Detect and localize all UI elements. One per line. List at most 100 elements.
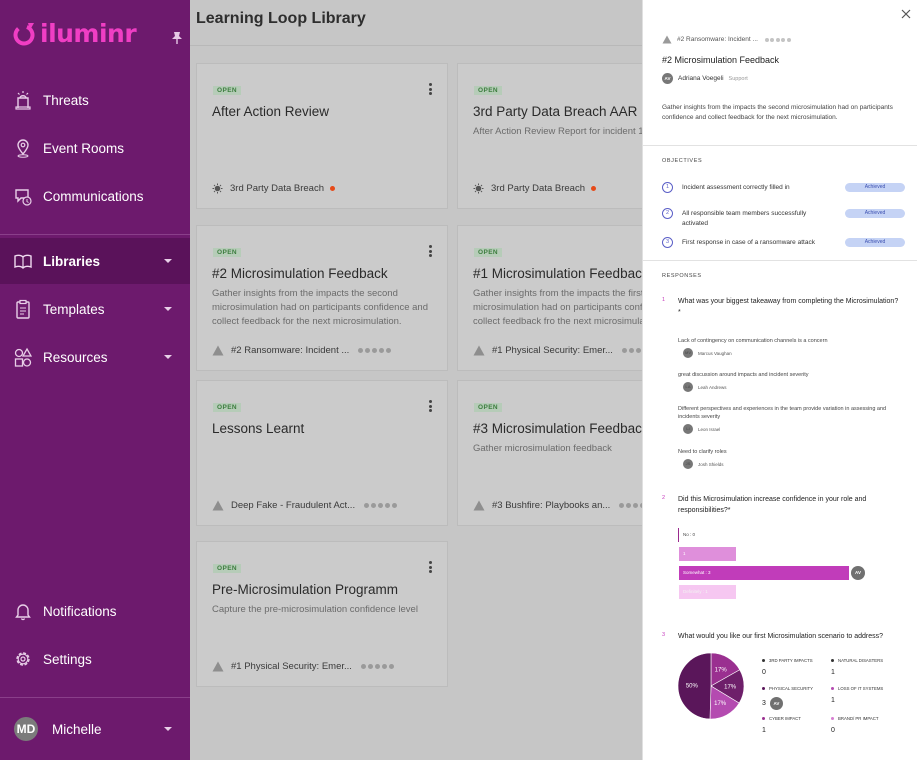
confidence-bar-chart: No : 0 1 Somewhat : 3 AV Definitely : 1 [678,528,917,604]
breadcrumb-text: #2 Ransomware: Incident ... [677,36,758,43]
legend-label: 3RD PARTY IMPACTS [769,658,813,663]
brand-logo[interactable]: iluminr [13,19,137,48]
legend-item: 3RD PARTY IMPACTS 0 [762,658,813,676]
nav-label: Libraries [43,253,101,269]
user-name[interactable]: Michelle [52,722,102,737]
objective-number: 2 [662,208,673,219]
question-number: 3 [662,632,666,638]
event-breadcrumb[interactable]: #2 Ransomware: Incident ... [662,35,792,44]
pin-icon[interactable] [171,31,183,45]
legend-value: 0 [831,727,835,734]
close-icon[interactable] [900,8,912,20]
avatar[interactable]: MD [14,717,38,741]
card-event-link[interactable]: 3rd Party Data Breach [212,183,335,194]
avatar: LA [683,382,693,392]
card-event-link[interactable]: 3rd Party Data Breach [473,183,596,194]
card-title: #3 Microsimulation Feedback [473,421,642,436]
answer-item: Lack of contingency on communication cha… [678,337,903,358]
library-card[interactable]: OPEN #2 Microsimulation Feedback Gather … [196,225,448,371]
nav-item-communications[interactable]: Communications [0,173,190,219]
legend-label: BRAND/ PR IMPACT [838,716,879,721]
legend-item: BRAND/ PR IMPACT 0 [831,716,879,734]
bar-label: Definitely : 1 [683,589,708,594]
severity-dots [358,348,393,353]
chevron-down-icon[interactable] [164,727,172,731]
card-event-link[interactable]: #3 Bushfire: Playbooks an... [473,500,642,511]
card-event-link[interactable]: #2 Ransomware: Incident ... [212,345,393,356]
avatar: AV [851,566,865,580]
severity-dots [764,37,793,42]
chevron-down-icon[interactable] [164,307,172,311]
nav-item-event-rooms[interactable]: Event Rooms [0,125,190,171]
virus-icon [473,183,484,194]
nav-item-templates[interactable]: Templates [0,286,190,332]
library-card[interactable]: OPEN Pre-Microsimulation Programm Captur… [196,541,448,687]
brand-name: iluminr [40,19,137,48]
answer-text: Different perspectives and experiences i… [678,406,887,420]
card-description: Gather microsimulation feedback [473,443,612,454]
more-options-icon[interactable] [429,83,433,95]
card-title: Pre-Microsimulation Programm [212,582,399,597]
bar[interactable]: 1 [679,547,736,561]
answer-author: Josh Shields [698,461,724,467]
sidebar: iluminr Threats Event Rooms Communicatio… [0,0,190,760]
nav-item-settings[interactable]: Settings [0,636,190,682]
nav-item-notifications[interactable]: Notifications [0,588,190,634]
library-card[interactable]: OPEN Lessons Learnt Deep Fake - Fraudule… [196,380,448,526]
card-event-name: #1 Physical Security: Emer... [492,345,613,356]
clipboard-icon [16,299,30,319]
card-event-link[interactable]: #1 Physical Security: Emer... [212,661,396,672]
legend-item: LOSS OF IT SYSTEMS 1 [831,686,883,704]
communications-icon [15,189,32,206]
card-title: Lessons Learnt [212,421,305,436]
card-event-link[interactable]: Deep Fake - Fraudulent Act... [212,500,399,511]
answer-text: Need to clarify roles [678,449,727,455]
status-badge: OPEN [213,403,242,412]
panel-title: #2 Microsimulation Feedback [662,55,780,65]
library-card[interactable]: OPEN #1 Microsimulation Feedback Gather … [457,225,642,371]
pie-slice-label: 17% [724,684,737,690]
nav-label: Notifications [43,603,117,619]
book-icon [14,254,32,269]
status-badge: OPEN [213,564,242,573]
card-event-link[interactable]: #1 Physical Security: Emer... [473,345,642,356]
sidebar-divider [0,234,190,235]
severity-dots [621,348,642,353]
legend-value: 0 [762,669,766,676]
card-description: Gather insights from the impacts the sec… [212,288,428,327]
threats-icon [15,91,31,110]
more-options-icon[interactable] [429,245,433,257]
nav-label: Communications [43,188,144,204]
more-options-icon[interactable] [429,400,433,412]
section-divider [643,260,917,261]
card-title: #1 Microsimulation Feedback [473,266,642,281]
library-card[interactable]: OPEN #3 Microsimulation Feedback Gather … [457,380,642,526]
nav-item-libraries[interactable]: Libraries [0,238,190,284]
chevron-down-icon[interactable] [164,355,172,359]
virus-icon [212,183,223,194]
alert-dot [591,186,596,191]
bar[interactable]: Somewhat : 3 [679,566,849,580]
status-badge: Achieved [845,238,905,247]
card-event-name: #3 Bushfire: Playbooks an... [492,500,611,511]
more-options-icon[interactable] [429,561,433,573]
severity-dots [619,503,642,508]
bar[interactable]: Definitely : 1 [679,585,736,599]
objectives-heading: OBJECTIVES [662,158,703,164]
gear-icon [16,652,30,666]
nav-item-resources[interactable]: Resources [0,334,190,380]
objective-number: 1 [662,182,673,193]
legend-label: LOSS OF IT SYSTEMS [838,686,884,691]
avatar: AV [662,73,673,84]
answer-item: great discussion around impacts and inci… [678,371,903,392]
nav-item-threats[interactable]: Threats [0,77,190,123]
responses-heading: RESPONSES [662,273,702,279]
library-card[interactable]: OPEN 3rd Party Data Breach AAR After Act… [457,63,642,209]
nav-label: Event Rooms [43,140,125,156]
answer-item: Need to clarify roles JS Josh Shields [678,448,903,469]
chevron-down-icon[interactable] [164,259,172,263]
library-card[interactable]: OPEN After Action Review 3rd Party Data … [196,63,448,209]
card-description: Gather insights from the impacts the fir… [473,288,642,327]
answer-author: Leon Israel [698,426,721,432]
card-event-name: 3rd Party Data Breach [230,183,324,194]
